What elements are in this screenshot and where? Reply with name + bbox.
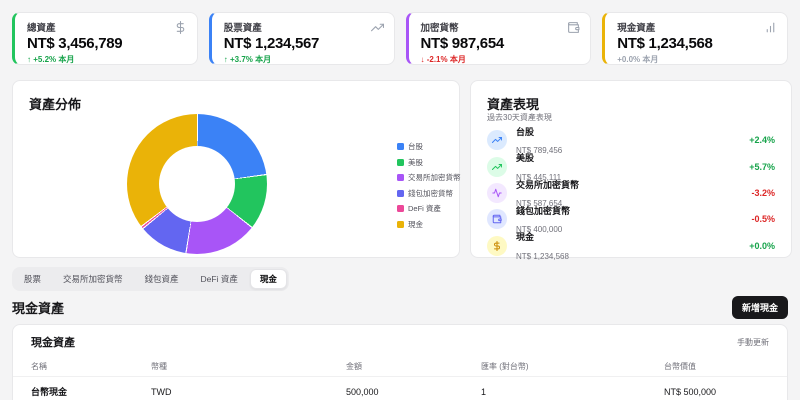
- list-item: 現金 NT$ 1,234,568 +0.0%: [487, 232, 775, 261]
- legend-label: 台股: [408, 142, 423, 151]
- stat-card-crypto-assets: 加密貨幣 NT$ 987,654 ↓ -2.1% 本月: [405, 12, 592, 65]
- cell-amount: 500,000: [346, 386, 379, 397]
- activity-icon: [487, 182, 507, 203]
- cash-card-header: 現金資產 手動更新: [13, 325, 787, 356]
- stat-label: 現金資產: [617, 23, 656, 34]
- tab-stocks[interactable]: 股票: [14, 269, 51, 289]
- asset-category-tabs: 股票 交易所加密貨幣 錢包資產 DeFi 資產 現金: [12, 267, 289, 291]
- asset-value: NT$ 1,234,568: [516, 251, 569, 261]
- stat-value: NT$ 1,234,568: [617, 35, 713, 52]
- asset-name: 台股: [516, 126, 535, 137]
- legend-label: 現金: [408, 219, 423, 229]
- stat-delta: ↑ +5.2% 本月: [27, 55, 75, 64]
- cash-section-title: 現金資產: [12, 301, 65, 316]
- legend-item[interactable]: 交易所加密貨幣: [397, 172, 461, 183]
- asset-name: 現金: [516, 232, 535, 243]
- legend-item[interactable]: 錢包加密貨幣: [397, 188, 461, 199]
- stat-cards-row: 總資產 NT$ 3,456,789 ↑ +5.2% 本月 股票資產 NT$ 1,…: [12, 12, 788, 65]
- trending-up-icon: [487, 130, 507, 151]
- add-cash-button[interactable]: 新增現金: [731, 296, 788, 319]
- stat-delta: ↑ +3.7% 本月: [223, 55, 272, 64]
- legend-label: 交易所加密貨幣: [408, 173, 461, 182]
- legend-item[interactable]: DeFi 資產: [397, 203, 461, 214]
- asset-distribution-donut[interactable]: [127, 114, 267, 254]
- cell-name: 台幣現金: [31, 387, 68, 397]
- legend-label: DeFi 資產: [408, 204, 441, 213]
- legend-swatch: [397, 205, 404, 212]
- legend-swatch: [397, 174, 404, 181]
- asset-name: 美股: [516, 153, 535, 164]
- stat-card-cash-assets: 現金資產 NT$ 1,234,568 +0.0% 本月: [602, 12, 788, 65]
- stat-card-stock-assets: 股票資產 NT$ 1,234,567 ↑ +3.7% 本月: [208, 12, 395, 65]
- stat-label: 總資產: [27, 23, 56, 34]
- asset-change: -3.2%: [751, 187, 775, 198]
- column-header-rate: 匯率 (對台幣): [481, 361, 529, 371]
- column-header-amount: 金額: [346, 361, 362, 371]
- cash-card-title: 現金資產: [31, 337, 75, 349]
- legend-item[interactable]: 台股: [397, 141, 461, 152]
- legend-item[interactable]: 美股: [397, 157, 461, 168]
- asset-change: +5.7%: [749, 161, 775, 172]
- legend-label: 錢包加密貨幣: [408, 188, 453, 198]
- asset-name: 錢包加密貨幣: [516, 205, 571, 216]
- cell-currency: TWD: [151, 386, 172, 397]
- asset-change: +0.0%: [749, 240, 775, 251]
- wallet-icon: [567, 21, 580, 39]
- asset-change: -0.5%: [751, 214, 775, 225]
- manual-update-label[interactable]: 手動更新: [737, 337, 769, 348]
- asset-name: 交易所加密貨幣: [516, 179, 580, 190]
- stat-label: 加密貨幣: [420, 23, 459, 34]
- tab-defi-assets[interactable]: DeFi 資產: [191, 269, 248, 289]
- wallet-icon: [487, 209, 507, 230]
- trending-up-icon: [487, 156, 507, 177]
- cell-rate: 1: [481, 386, 487, 397]
- asset-performance-list: 台股 NT$ 789,456 +2.4% 美股 NT$ 445,111 +5.7% …: [487, 126, 775, 261]
- stat-label: 股票資產: [223, 23, 262, 34]
- cash-section-header: 現金資產 新增現金: [12, 296, 788, 319]
- tab-wallet-assets[interactable]: 錢包資產: [135, 269, 189, 289]
- asset-change: +2.4%: [749, 135, 775, 146]
- stat-card-total-assets: 總資產 NT$ 3,456,789 ↑ +5.2% 本月: [12, 12, 198, 65]
- legend-swatch: [397, 189, 404, 197]
- legend-label: 美股: [408, 157, 423, 167]
- stat-value: NT$ 987,654: [420, 35, 505, 52]
- column-header-twd-value: 台幣價值: [664, 361, 696, 371]
- bar-chart-icon: [764, 21, 777, 39]
- tab-cash[interactable]: 現金: [249, 269, 287, 289]
- stat-delta: +0.0% 本月: [617, 55, 659, 64]
- column-header-currency: 幣種: [151, 361, 167, 371]
- table-row: 台幣現金 TWD 500,000 1 NT$ 500,000 ⋯: [13, 377, 787, 400]
- cell-twd-value: NT$ 500,000: [664, 386, 717, 397]
- asset-performance-panel: 資產表現 過去30天資產表現 台股 NT$ 789,456 +2.4% 美股 NT$…: [470, 80, 792, 261]
- legend-item[interactable]: 現金: [397, 219, 461, 230]
- legend-swatch: [397, 220, 404, 228]
- tab-exchange-crypto[interactable]: 交易所加密貨幣: [53, 269, 133, 289]
- dollar-sign-icon: [174, 21, 187, 39]
- stat-delta: ↓ -2.1% 本月: [420, 55, 466, 64]
- table-header-row: 名稱 幣種 金額 匯率 (對台幣) 台幣價值: [13, 356, 787, 377]
- asset-distribution-panel: 資產分佈 台股 美股 交易所加密貨幣 錢包加密貨幣 DeFi 資產 現金: [12, 80, 461, 258]
- asset-performance-title: 資產表現: [487, 97, 540, 112]
- asset-distribution-title: 資產分佈: [29, 97, 82, 112]
- stat-value: NT$ 3,456,789: [27, 35, 123, 52]
- asset-distribution-legend: 台股 美股 交易所加密貨幣 錢包加密貨幣 DeFi 資產 現金: [397, 141, 461, 230]
- dollar-sign-icon: [487, 235, 507, 256]
- stat-value: NT$ 1,234,567: [223, 35, 320, 52]
- trending-up-icon: [370, 21, 384, 39]
- column-header-name: 名稱: [31, 361, 47, 371]
- legend-swatch: [397, 158, 404, 166]
- cash-assets-card: 現金資產 手動更新 名稱 幣種 金額 匯率 (對台幣) 台幣價值 台幣現金 TW…: [12, 324, 788, 400]
- legend-swatch: [397, 143, 404, 150]
